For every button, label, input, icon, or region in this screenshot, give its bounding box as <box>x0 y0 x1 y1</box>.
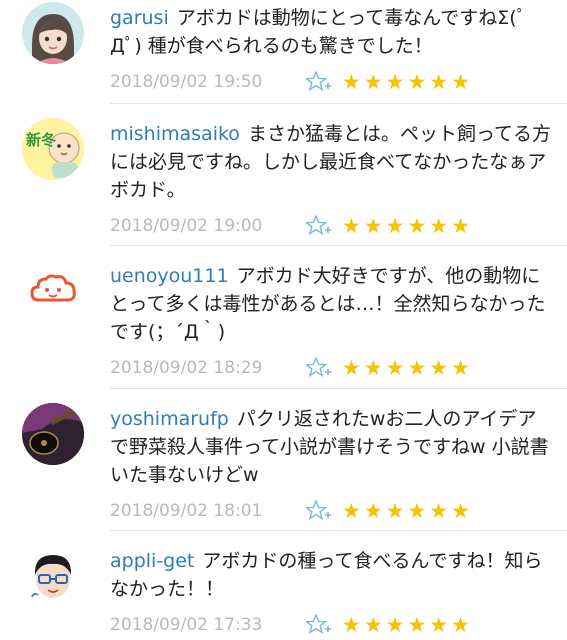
add-favorite-icon[interactable] <box>306 215 332 237</box>
username[interactable]: yoshimarufp <box>110 408 229 430</box>
avatar[interactable] <box>22 545 84 607</box>
comment-item: appli-get アボカドの種って食べるんですね！知らなかった！！ 2018/0… <box>22 531 567 640</box>
username[interactable]: uenoyou111 <box>110 265 229 287</box>
comment-item: garusi アボカドは動物にとって毒なんですねΣ(ﾟДﾟ) 種が食べられるのも驚… <box>22 0 567 104</box>
comment-date: 2018/09/02 17:33 <box>110 615 263 635</box>
avatar[interactable]: 新冬 <box>22 118 84 180</box>
avatar[interactable] <box>22 403 84 465</box>
comment-date: 2018/09/02 18:01 <box>110 501 263 521</box>
username[interactable]: garusi <box>110 7 169 29</box>
username[interactable]: appli-get <box>110 550 194 572</box>
add-favorite-icon[interactable] <box>306 500 332 522</box>
star-rating: ★★★★★★ <box>342 356 473 380</box>
add-favorite-icon[interactable] <box>306 357 332 379</box>
comment-item: uenoyou111 アボカド大好きですが、他の動物にとって多くは毒性があるとは…… <box>22 246 567 389</box>
comment-date: 2018/09/02 19:50 <box>110 72 263 92</box>
username[interactable]: mishimasaiko <box>110 123 240 145</box>
comment-item: 新冬 mishimasaiko まさか猛毒とは。ペット飼ってる方には必見ですね。し… <box>22 104 567 246</box>
add-favorite-icon[interactable] <box>306 614 332 636</box>
guitar-avatar-icon <box>22 403 84 465</box>
girl-avatar-icon <box>22 2 84 64</box>
avatar[interactable] <box>22 260 84 322</box>
comment-text: アボカドは動物にとって毒なんですねΣ(ﾟДﾟ) 種が食べられるのも驚きでした！ <box>110 7 527 57</box>
comment-list: garusi アボカドは動物にとって毒なんですねΣ(ﾟДﾟ) 種が食べられるのも驚… <box>0 0 567 640</box>
comment-item: yoshimarufp パクリ返されたwお二人のアイデアで野菜殺人事件って小説が書… <box>22 389 567 531</box>
comment-date: 2018/09/02 19:00 <box>110 216 263 236</box>
glasses-man-avatar-icon <box>22 545 84 607</box>
star-rating: ★★★★★★ <box>342 613 473 637</box>
avatar-label: 新冬 <box>26 131 56 149</box>
star-rating: ★★★★★★ <box>342 499 473 523</box>
star-rating: ★★★★★★ <box>342 70 473 94</box>
baby-avatar-icon: 新冬 <box>22 118 84 180</box>
add-favorite-icon[interactable] <box>306 71 332 93</box>
star-rating: ★★★★★★ <box>342 214 473 238</box>
comment-date: 2018/09/02 18:29 <box>110 358 263 378</box>
cloud-face-icon <box>22 260 84 322</box>
avatar[interactable] <box>22 2 84 64</box>
